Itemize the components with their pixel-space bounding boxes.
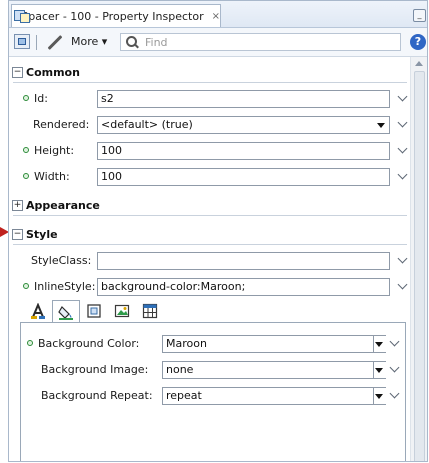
required-dot-icon: [23, 283, 29, 289]
collapse-icon[interactable]: −: [12, 229, 23, 240]
background-image-label: Background Image:: [41, 363, 149, 376]
tab-image[interactable]: [108, 300, 136, 322]
section-divider: [13, 244, 407, 245]
background-image-select[interactable]: none: [162, 361, 386, 379]
inlinestyle-label: InlineStyle:: [23, 280, 95, 293]
inlinestyle-field[interactable]: background-color:Maroon;: [97, 278, 390, 296]
tab-box[interactable]: [80, 300, 108, 322]
styleclass-label: StyleClass:: [31, 254, 92, 267]
style-editor-tabs: [20, 300, 406, 324]
minimize-button[interactable]: _: [413, 9, 426, 22]
tab-title: Spacer - 100 - Property Inspector: [21, 9, 204, 23]
paint-bucket-icon: [58, 306, 73, 320]
section-appearance-header[interactable]: + Appearance: [12, 197, 407, 214]
chevron-down-icon[interactable]: [397, 279, 408, 290]
section-title: Appearance: [26, 199, 100, 212]
dropdown-arrow-icon[interactable]: [375, 342, 383, 347]
tab-table[interactable]: [136, 300, 164, 322]
more-menu-button[interactable]: More ▾: [71, 35, 107, 48]
required-dot-icon: [23, 147, 29, 153]
box-model-icon: [87, 304, 101, 318]
styleclass-field[interactable]: [97, 252, 390, 270]
background-repeat-label: Background Repeat:: [41, 389, 153, 402]
rendered-label: Rendered:: [33, 118, 90, 131]
chevron-down-icon[interactable]: [397, 117, 408, 128]
required-dot-icon: [27, 340, 33, 346]
search-box[interactable]: [120, 33, 401, 51]
tab-bar: Spacer - 100 - Property Inspector × _: [9, 1, 427, 28]
toolbar: More ▾ ?: [9, 28, 427, 57]
section-title: Style: [26, 228, 58, 241]
text-style-icon: [31, 303, 45, 319]
vertical-scrollbar[interactable]: [410, 57, 427, 461]
tab-background[interactable]: [52, 300, 80, 323]
search-icon: [126, 36, 139, 49]
section-common-header[interactable]: − Common: [12, 64, 407, 81]
property-inspector-window: Spacer - 100 - Property Inspector × _ Mo…: [8, 0, 428, 462]
component-icon: [14, 9, 30, 23]
chevron-down-icon[interactable]: [389, 336, 400, 347]
chevron-down-icon[interactable]: [397, 143, 408, 154]
chevron-down-icon[interactable]: [389, 362, 400, 373]
chevron-down-icon[interactable]: [397, 169, 408, 180]
expand-icon[interactable]: +: [12, 200, 23, 211]
section-divider: [13, 82, 407, 83]
edit-pencil-icon[interactable]: [45, 33, 63, 51]
background-color-select[interactable]: Maroon: [162, 335, 386, 353]
dropdown-arrow-icon[interactable]: [375, 368, 383, 373]
collapse-icon[interactable]: −: [12, 67, 23, 78]
width-field[interactable]: 100: [97, 168, 390, 186]
section-divider: [13, 215, 407, 216]
scrollbar-thumb[interactable]: [414, 71, 425, 461]
dropdown-arrow-icon[interactable]: [375, 394, 383, 399]
width-label: Width:: [23, 170, 70, 183]
scroll-up-icon[interactable]: [415, 61, 423, 66]
section-title: Common: [26, 66, 80, 79]
tab-text[interactable]: [24, 300, 52, 322]
search-input[interactable]: [145, 35, 395, 49]
chevron-down-icon[interactable]: [397, 253, 408, 264]
height-field[interactable]: 100: [97, 142, 390, 160]
help-icon[interactable]: ?: [410, 34, 426, 50]
picture-icon: [114, 304, 130, 318]
toolbar-separator: [36, 35, 37, 50]
background-repeat-select[interactable]: repeat: [162, 387, 386, 405]
select-in-editor-icon[interactable]: [14, 34, 30, 49]
chevron-down-icon[interactable]: [397, 91, 408, 102]
background-color-label: Background Color:: [27, 337, 139, 350]
close-icon[interactable]: ×: [212, 11, 220, 22]
id-label: Id:: [23, 92, 48, 105]
rendered-select[interactable]: <default> (true): [97, 116, 390, 134]
dropdown-arrow-icon[interactable]: [377, 123, 385, 128]
table-grid-icon: [142, 303, 158, 319]
background-properties-panel: Background Color: Maroon Background Imag…: [20, 322, 406, 461]
section-style-header[interactable]: − Style: [12, 226, 407, 243]
height-label: Height:: [23, 144, 74, 157]
tab-property-inspector[interactable]: Spacer - 100 - Property Inspector ×: [11, 4, 221, 27]
required-dot-icon: [23, 173, 29, 179]
required-dot-icon: [23, 95, 29, 101]
chevron-down-icon[interactable]: [389, 388, 400, 399]
id-field[interactable]: s2: [97, 90, 390, 108]
